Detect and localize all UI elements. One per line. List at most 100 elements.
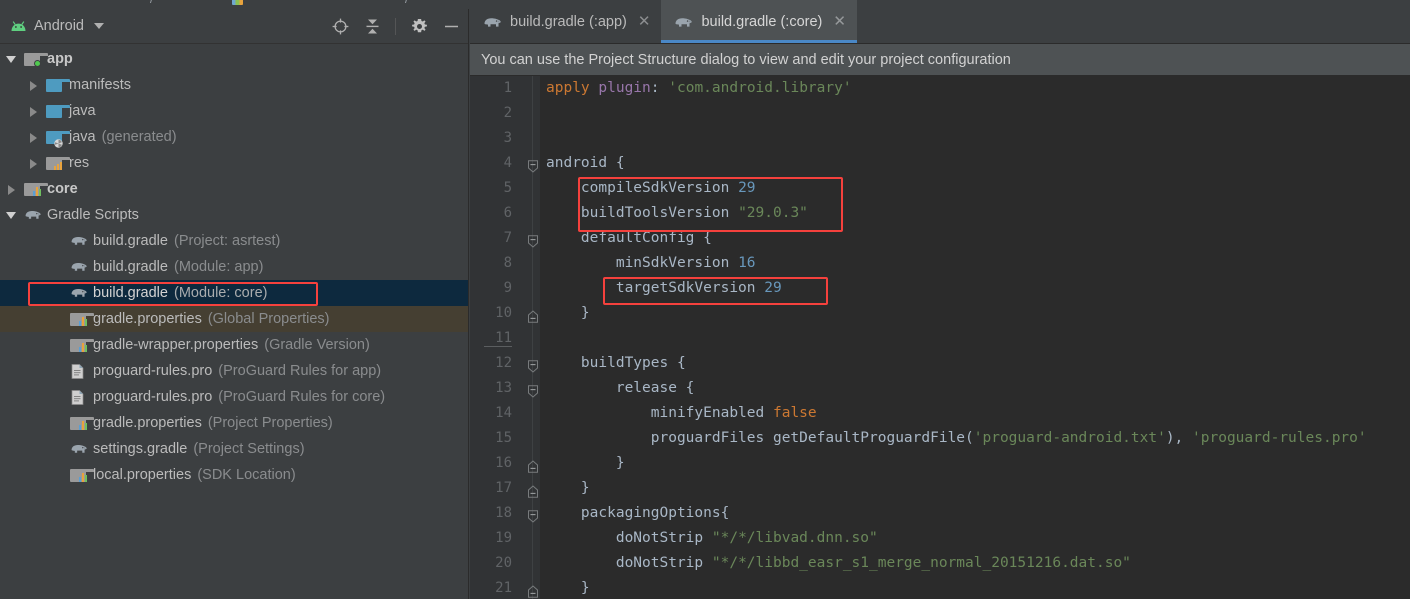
code-line[interactable]: 5 compileSdkVersion 29 xyxy=(470,176,1410,201)
code-text: doNotStrip "*/*/libbd_easr_s1_merge_norm… xyxy=(546,551,1131,576)
chevron-down-icon[interactable] xyxy=(6,210,17,221)
code-text: } xyxy=(546,451,625,476)
tree-item-qualifier: (generated) xyxy=(101,129,177,145)
chevron-down-icon[interactable] xyxy=(6,54,17,65)
tree-item-build-gradle[interactable]: build.gradle (Module: core) xyxy=(0,280,468,306)
line-number: 11 xyxy=(495,330,512,346)
code-token: buildTypes { xyxy=(546,355,686,371)
tree-arrow-placeholder xyxy=(52,314,63,325)
fold-collapse-icon[interactable] xyxy=(527,232,539,248)
code-token: 29 xyxy=(764,280,782,296)
tree-item-proguard-rules-pro[interactable]: proguard-rules.pro (ProGuard Rules for co… xyxy=(0,384,468,410)
project-tree[interactable]: app manifests java java (generated) res core Gr… xyxy=(0,44,468,599)
code-line[interactable]: 1 apply plugin: 'com.android.library' xyxy=(470,76,1410,101)
project-view-selector[interactable]: Android xyxy=(10,18,104,34)
tree-item-label: java xyxy=(69,129,96,145)
code-token: targetSdkVersion xyxy=(546,280,765,296)
tree-item-manifests[interactable]: manifests xyxy=(0,72,468,98)
tree-item-res[interactable]: res xyxy=(0,150,468,176)
tree-item-gradle-properties[interactable]: gradle.properties (Project Properties) xyxy=(0,410,468,436)
code-line[interactable]: 12 buildTypes { xyxy=(470,351,1410,376)
code-line[interactable]: 3 xyxy=(470,126,1410,151)
chevron-right-icon[interactable] xyxy=(6,184,17,195)
code-line[interactable]: 11 xyxy=(470,326,1410,351)
breadcrumb-text-left: / xyxy=(150,0,153,6)
gradle-elephant-icon xyxy=(70,285,88,301)
tree-item-app[interactable]: app xyxy=(0,46,468,72)
code-line[interactable]: 16 } xyxy=(470,451,1410,476)
chevron-down-icon[interactable] xyxy=(93,23,104,29)
gradle-elephant-icon xyxy=(24,207,42,223)
code-token: release { xyxy=(546,380,695,396)
code-line[interactable]: 21 } xyxy=(470,576,1410,599)
gradle-elephant-icon xyxy=(70,233,88,249)
fold-collapse-icon[interactable] xyxy=(527,157,539,173)
code-line[interactable]: 13 release { xyxy=(470,376,1410,401)
code-line[interactable]: 9 targetSdkVersion 29 xyxy=(470,276,1410,301)
code-line[interactable]: 2 xyxy=(470,101,1410,126)
chevron-right-icon[interactable] xyxy=(28,132,39,143)
code-text: android { xyxy=(546,151,625,176)
code-line[interactable]: 6 buildToolsVersion "29.0.3" xyxy=(470,201,1410,226)
tree-item-settings-gradle[interactable]: settings.gradle (Project Settings) xyxy=(0,436,468,462)
collapse-all-icon[interactable] xyxy=(363,18,381,36)
android-robot-icon xyxy=(10,20,27,32)
chevron-right-icon[interactable] xyxy=(28,106,39,117)
code-token: 29 xyxy=(738,180,756,196)
code-line[interactable]: 19 doNotStrip "*/*/libvad.dnn.so" xyxy=(470,526,1410,551)
line-number: 2 xyxy=(503,105,512,121)
code-content[interactable]: 1 apply plugin: 'com.android.library' 2 3 4 a… xyxy=(470,76,1410,599)
fold-collapse-icon[interactable] xyxy=(527,507,539,523)
code-text: doNotStrip "*/*/libvad.dnn.so" xyxy=(546,526,878,551)
close-tab-icon[interactable]: ✕ xyxy=(833,14,846,29)
code-line[interactable]: 4 android { xyxy=(470,151,1410,176)
code-token: defaultConfig { xyxy=(546,230,712,246)
tree-item-qualifier: (Project: asrtest) xyxy=(173,233,281,249)
chevron-right-icon[interactable] xyxy=(28,158,39,169)
tree-item-local-properties[interactable]: local.properties (SDK Location) xyxy=(0,462,468,488)
tree-item-proguard-rules-pro[interactable]: proguard-rules.pro (ProGuard Rules for ap… xyxy=(0,358,468,384)
editor-tab-core[interactable]: build.gradle (:core) ✕ xyxy=(661,0,858,43)
tree-item-build-gradle[interactable]: build.gradle (Project: asrtest) xyxy=(0,228,468,254)
fold-expand-icon[interactable] xyxy=(527,482,539,498)
code-editor[interactable]: 1 apply plugin: 'com.android.library' 2 3 4 a… xyxy=(470,76,1410,599)
editor-tab-app[interactable]: build.gradle (:app) ✕ xyxy=(470,0,661,43)
code-text: minSdkVersion 16 xyxy=(546,251,756,276)
hide-panel-icon[interactable] xyxy=(442,18,460,36)
tree-item-gradle-properties[interactable]: gradle.properties (Global Properties) xyxy=(0,306,468,332)
code-token: doNotStrip xyxy=(546,530,712,546)
locate-target-icon[interactable] xyxy=(331,18,349,36)
fold-expand-icon[interactable] xyxy=(527,457,539,473)
fold-expand-icon[interactable] xyxy=(527,582,539,598)
code-line[interactable]: 15 proguardFiles getDefaultProguardFile(… xyxy=(470,426,1410,451)
res-folder-icon xyxy=(46,155,70,171)
tree-item-label: proguard-rules.pro xyxy=(93,389,213,405)
tree-arrow-placeholder xyxy=(52,418,63,429)
code-line[interactable]: 17 } xyxy=(470,476,1410,501)
code-line[interactable]: 18 packagingOptions{ xyxy=(470,501,1410,526)
tree-item-java[interactable]: java (generated) xyxy=(0,124,468,150)
tree-item-gradle-wrapper-properties[interactable]: gradle-wrapper.properties (Gradle Version… xyxy=(0,332,468,358)
code-line[interactable]: 14 minifyEnabled false xyxy=(470,401,1410,426)
code-line[interactable]: 8 minSdkVersion 16 xyxy=(470,251,1410,276)
tree-item-java[interactable]: java xyxy=(0,98,468,124)
tree-item-gradle-scripts[interactable]: Gradle Scripts xyxy=(0,202,468,228)
tree-item-build-gradle[interactable]: build.gradle (Module: app) xyxy=(0,254,468,280)
gradle-elephant-icon xyxy=(483,15,502,29)
fold-expand-icon[interactable] xyxy=(527,307,539,323)
settings-gear-icon[interactable] xyxy=(410,18,428,36)
fold-collapse-icon[interactable] xyxy=(527,357,539,373)
tree-item-qualifier: (Module: app) xyxy=(173,259,264,275)
tree-arrow-placeholder xyxy=(52,262,63,273)
code-line[interactable]: 7 defaultConfig { xyxy=(470,226,1410,251)
chevron-right-icon[interactable] xyxy=(28,80,39,91)
editor-tab-bar[interactable]: build.gradle (:app) ✕ build.gradle (:core)… xyxy=(470,0,1410,44)
code-line[interactable]: 20 doNotStrip "*/*/libbd_easr_s1_merge_n… xyxy=(470,551,1410,576)
fold-collapse-icon[interactable] xyxy=(527,382,539,398)
close-tab-icon[interactable]: ✕ xyxy=(638,14,651,29)
toolbar-divider xyxy=(395,18,396,35)
code-line[interactable]: 10 } xyxy=(470,301,1410,326)
editor-tab-label: build.gradle (:core) xyxy=(701,13,823,30)
code-token: "*/*/libbd_easr_s1_merge_normal_20151216… xyxy=(711,555,1131,571)
tree-item-core[interactable]: core xyxy=(0,176,468,202)
